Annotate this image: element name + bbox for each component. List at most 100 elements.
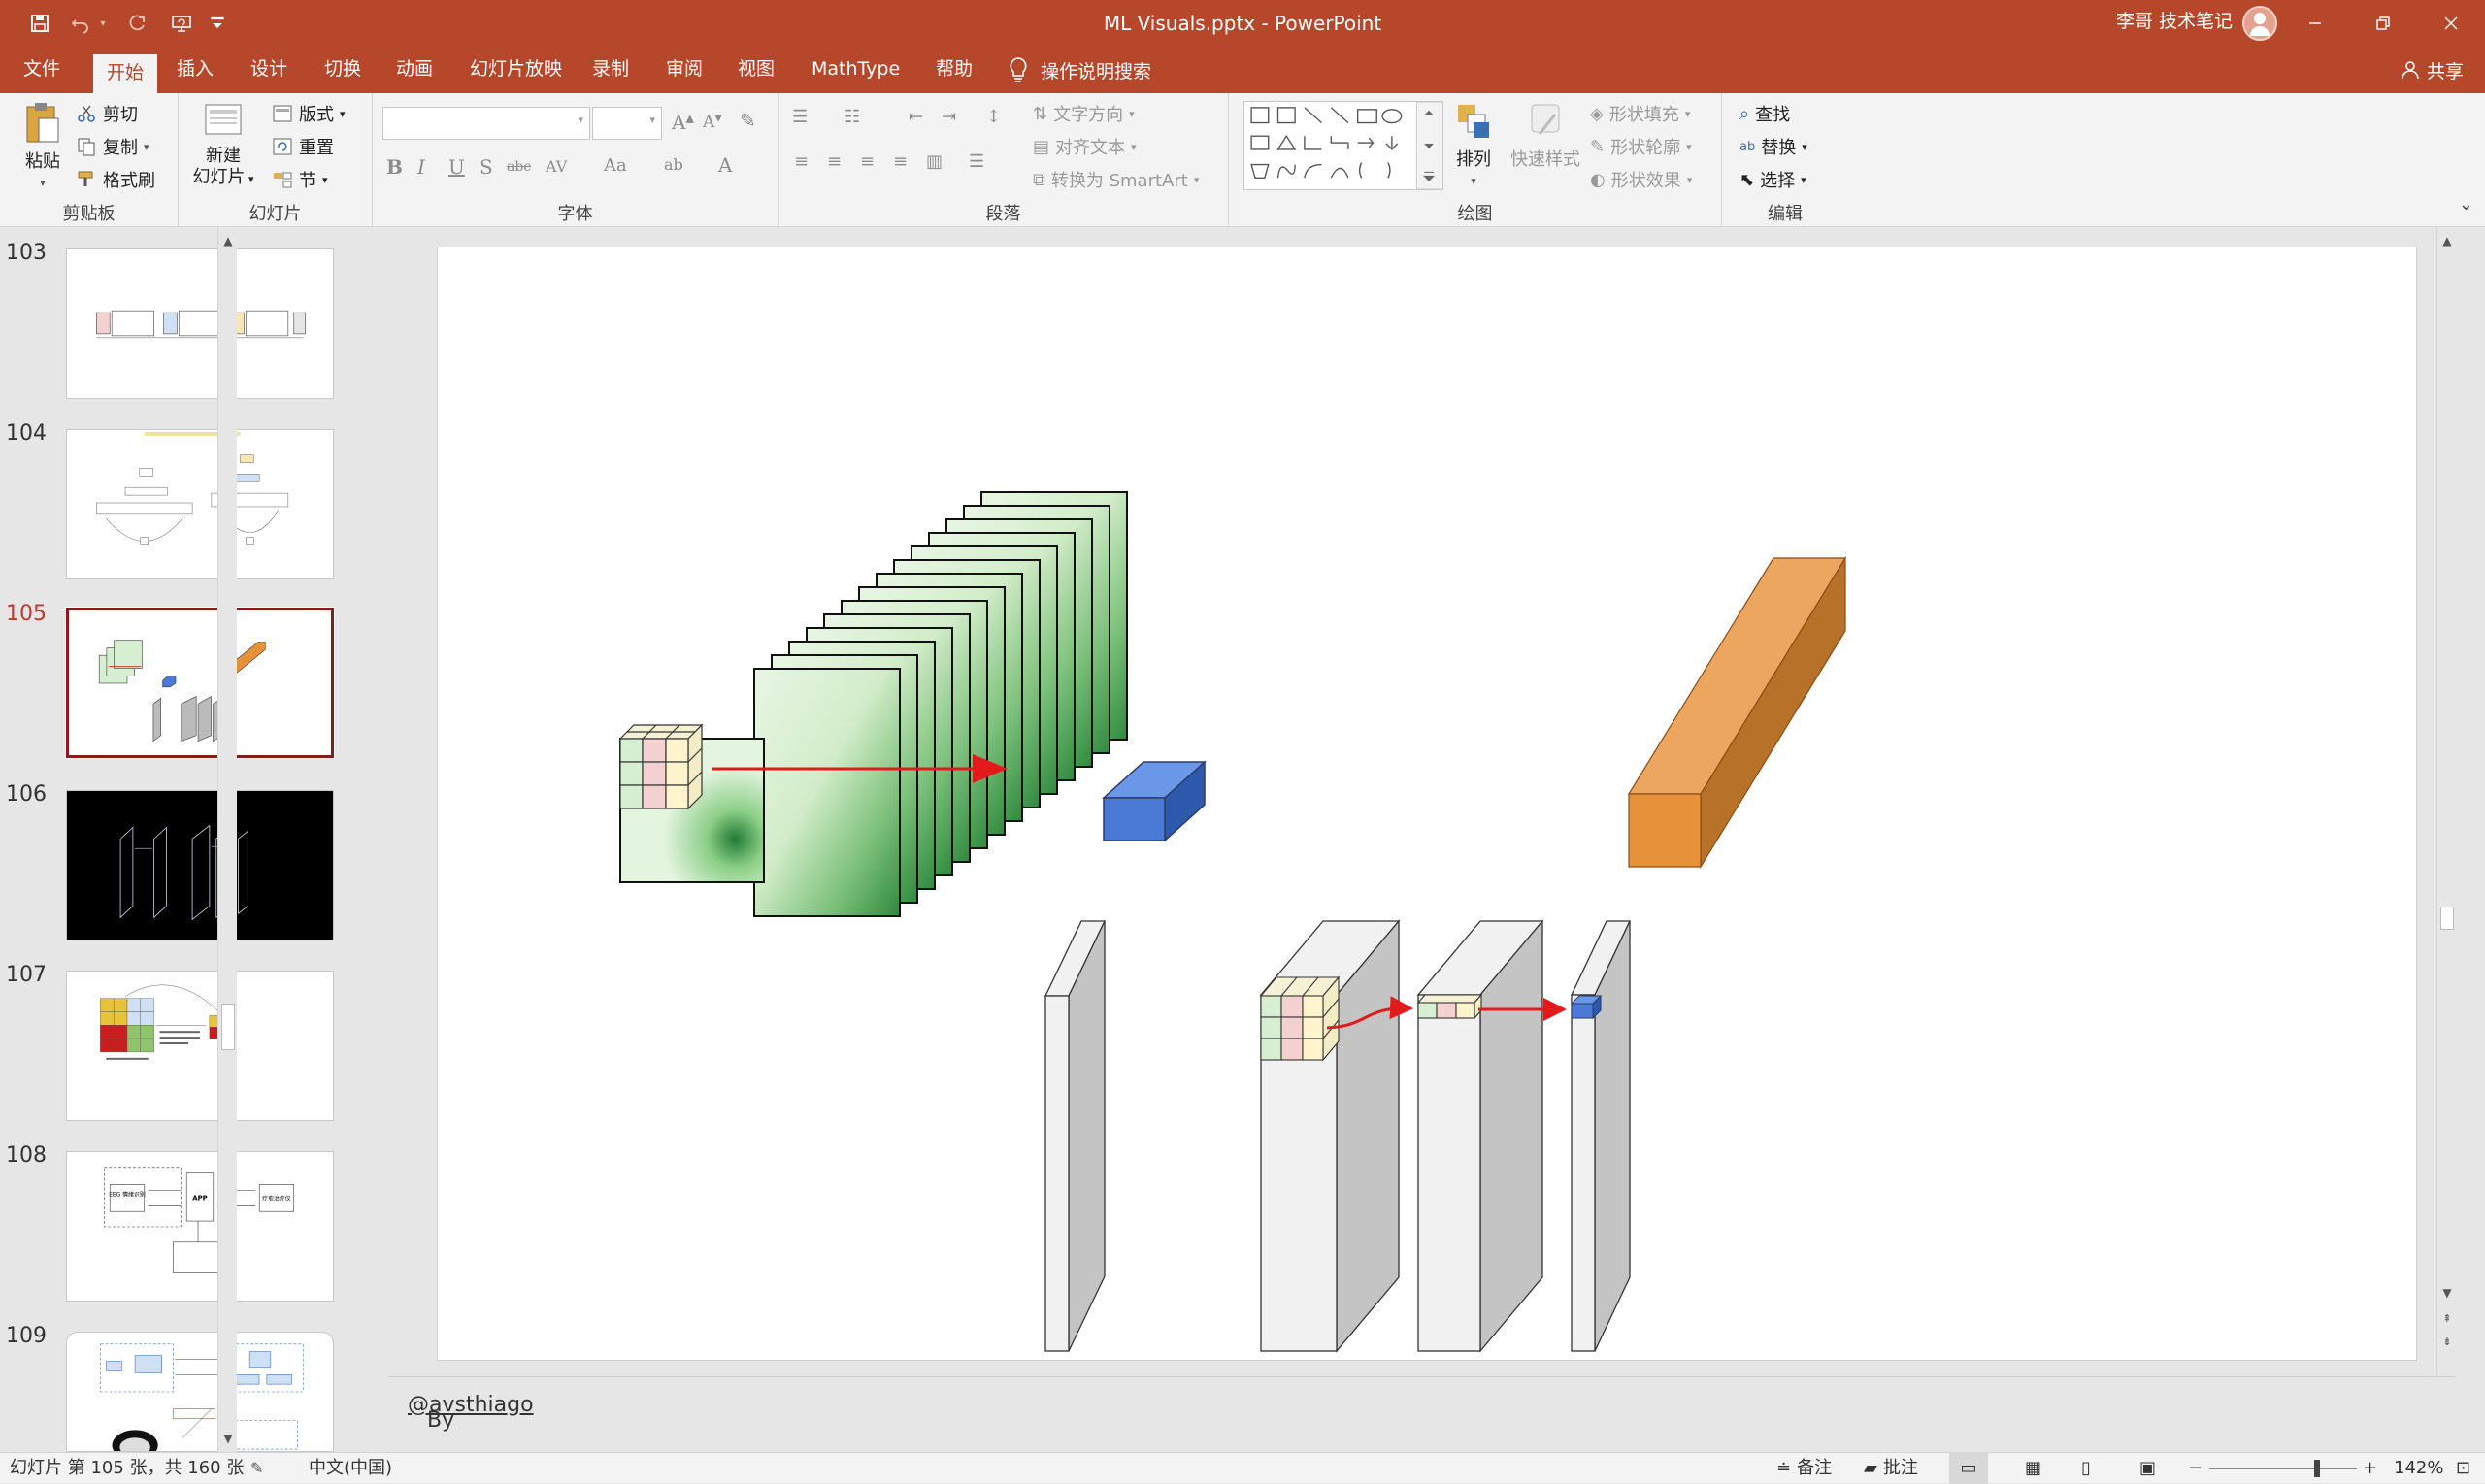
zoom-slider-thumb[interactable] [2314,1460,2320,1477]
undo-dropdown-icon[interactable]: ▾ [93,8,113,39]
clear-formatting-icon[interactable]: ✎ [740,109,756,132]
user-name[interactable]: 李哥 技术笔记 [2116,0,2233,47]
slide-scrollbar[interactable]: ▲ ▼ ⇞ ⇟ [2436,227,2456,1376]
quick-styles-button[interactable]: 快速样式 [1507,101,1584,171]
tab-review[interactable]: 审阅 [652,47,716,93]
slide-scroll-up-icon[interactable]: ▲ [2437,231,2457,250]
slide-thumbnail-108[interactable]: EEG 情绪识别 APP 疗愈治疗仪 [66,1151,334,1302]
tab-file[interactable]: 文件 [10,47,74,93]
scroll-down-icon[interactable]: ▼ [218,1429,238,1448]
copy-button[interactable]: 复制 ▾ [76,134,149,159]
slide-scroll-thumb[interactable] [2440,907,2454,930]
tab-home[interactable]: 开始 [93,54,158,93]
numbering-icon[interactable]: ☷ [845,107,860,127]
slide-thumbnail-107[interactable] [66,971,334,1121]
justify-icon[interactable]: ≡ [893,151,908,172]
close-button[interactable] [2417,0,2485,47]
notes-button[interactable]: ≐ 备注 [1776,1453,1832,1484]
layout-button[interactable]: 版式 ▾ [272,101,346,126]
tab-transitions[interactable]: 切换 [311,47,375,93]
layer-slab-4[interactable] [1570,920,1632,1352]
slide-thumbnail-104[interactable] [66,429,334,579]
slab-kernel-cube[interactable] [1259,975,1341,1062]
find-button[interactable]: ⌕ 查找 [1740,101,1790,126]
shape-effects-button[interactable]: ◐ 形状效果 ▾ [1590,167,1692,192]
zoom-in-icon[interactable]: + [2363,1453,2377,1484]
align-center-icon[interactable]: ≡ [827,151,842,172]
redo-icon[interactable] [120,8,153,39]
layer-slab-3[interactable] [1416,919,1544,1353]
notes-pane[interactable]: By @avsthiago [388,1376,2456,1452]
notes-text[interactable]: By @avsthiago [408,1393,534,1433]
strikethrough-button[interactable]: abc [507,159,531,175]
thumbnail-scroll-thumb[interactable] [221,1004,235,1050]
share-button[interactable]: 共享 [2400,47,2464,93]
shape-fill-button[interactable]: ◈ 形状填充 ▾ [1590,101,1690,126]
format-painter-button[interactable]: 格式刷 [76,167,155,192]
slide-thumbnail-pane[interactable]: 103 104 105 106 107 108 EEG 情绪识别 APP 疗愈治… [0,227,335,1452]
feature-map-stack[interactable] [619,491,1128,917]
text-direction-button[interactable]: ⇅ 文字方向 ▾ [1033,101,1135,126]
text-shadow-button[interactable]: S [480,155,493,179]
new-slide-button[interactable]: 新建 幻灯片 ▾ [192,101,254,190]
language-status[interactable]: 中文(中国) [309,1453,392,1484]
tab-view[interactable]: 视图 [724,47,788,93]
arrange-button[interactable]: 排列 ▾ [1444,101,1503,192]
slide-edit-pane[interactable]: ▲ ▼ ⇞ ⇟ [388,227,2456,1452]
paste-button[interactable]: 粘贴 ▾ [14,101,72,194]
align-left-icon[interactable]: ≡ [794,151,809,172]
reset-button[interactable]: 重置 [272,134,334,159]
char-spacing-button[interactable]: AV [546,157,567,176]
spell-check-icon[interactable]: ✎ [250,1453,263,1484]
underline-button[interactable]: U [448,155,465,179]
restore-button[interactable] [2349,0,2417,47]
zoom-out-icon[interactable]: − [2188,1453,2203,1484]
slideshow-from-start-icon[interactable] [165,8,198,39]
zoom-level[interactable]: 142% [2394,1453,2443,1484]
customize-quick-access-icon[interactable] [208,8,227,39]
line-spacing-icon[interactable]: ↕ [986,107,1001,127]
flattened-vector-bar[interactable] [1627,555,1847,870]
tab-animations[interactable]: 动画 [382,47,447,93]
highlight-color-icon[interactable]: ab [664,155,683,174]
shrink-font-button[interactable]: A▼ [703,113,722,132]
slide-thumbnail-109[interactable] [66,1332,334,1452]
collapse-ribbon-icon[interactable]: ⌄ [2459,194,2473,214]
reading-view-icon[interactable]: ▯ [2081,1453,2091,1484]
select-button[interactable]: ⬉ 选择 ▾ [1740,167,1806,192]
grow-font-button[interactable]: A▲ [672,111,694,134]
next-slide-icon[interactable]: ⇟ [2437,1332,2457,1351]
shape-outline-button[interactable]: ✎ 形状轮廓 ▾ [1590,134,1692,159]
columns-icon[interactable]: ☰ [969,151,984,172]
fit-to-window-icon[interactable]: ⊡ [2456,1453,2470,1484]
slide-thumbnail-105[interactable] [65,607,335,759]
scroll-up-icon[interactable]: ▲ [218,231,238,250]
cut-button[interactable]: 剪切 [76,101,138,126]
font-color-icon[interactable]: A [718,153,732,177]
tab-insert[interactable]: 插入 [163,47,227,93]
tab-design[interactable]: 设计 [237,47,301,93]
bold-button[interactable]: B [386,155,403,179]
replace-button[interactable]: ab 替换 ▾ [1740,134,1807,159]
slab-blue-cube[interactable] [1570,994,1603,1020]
tab-record[interactable]: 录制 [579,47,643,93]
smartart-button[interactable]: ⧉ 转换为 SmartArt ▾ [1033,167,1199,192]
align-text-button[interactable]: ▤ 对齐文本 ▾ [1033,134,1137,159]
shapes-gallery[interactable] [1243,101,1443,190]
tell-me-search[interactable]: 操作说明搜索 [1006,47,1151,93]
bullets-icon[interactable]: ☰ [792,107,808,127]
zoom-slider[interactable] [2209,1453,2357,1484]
save-icon[interactable] [23,8,56,39]
tab-help[interactable]: 帮助 [922,47,986,93]
slide-thumbnail-103[interactable] [66,248,334,399]
normal-view-icon[interactable]: ▭ [1949,1453,1988,1484]
output-voxel-cube[interactable] [1102,760,1207,842]
font-size-field[interactable]: ▾ [592,107,662,140]
decrease-indent-icon[interactable]: ⇤ [909,107,923,127]
slide-sorter-icon[interactable]: ▦ [2025,1453,2041,1484]
thumbnail-scrollbar[interactable]: ▲ ▼ [217,227,237,1452]
user-avatar[interactable] [2242,6,2277,41]
layer-slab-1[interactable] [1044,920,1107,1352]
increase-indent-icon[interactable]: ⇥ [942,107,956,127]
align-right-icon[interactable]: ≡ [860,151,875,172]
